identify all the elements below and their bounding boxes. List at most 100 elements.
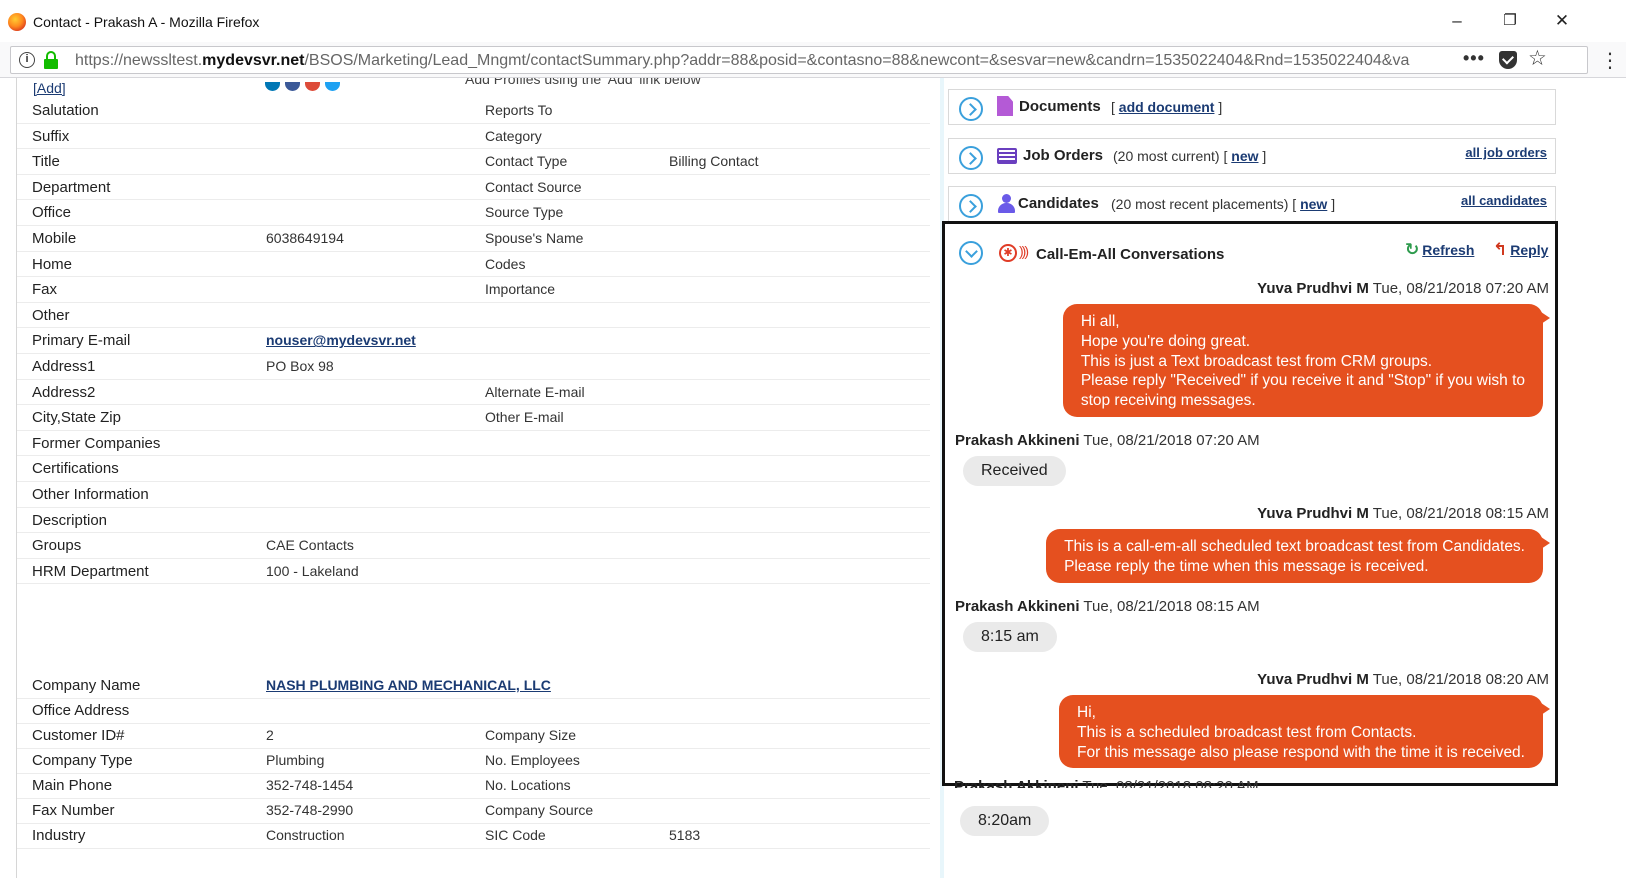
incoming-message-bubble: Received [963,456,1066,486]
field-label: Fax Number [32,802,115,819]
field-label: Codes [485,255,526,272]
field-row: Office Address [17,698,930,724]
overflow-menu-icon[interactable]: ⋮ [1600,48,1620,73]
call-em-all-icon: ✱ [999,244,1017,262]
pocket-icon[interactable] [1499,51,1517,69]
field-value: 352-748-2990 [266,802,354,818]
minimize-button[interactable]: – [1443,9,1471,33]
reply-button[interactable]: ↰ Reply [1493,240,1548,260]
message-meta: Prakash Akkineni Tue, 08/21/2018 07:20 A… [955,432,1260,449]
url-text[interactable]: https://newssltest.mydevsvr.net/BSOS/Mar… [75,52,1455,72]
primary-email-link[interactable]: nouser@mydevsvr.net [266,332,416,348]
add-profile-link[interactable]: [Add] [33,80,66,96]
field-value: Construction [266,827,345,843]
new-candidate-link[interactable]: new [1300,196,1327,212]
documents-title: Documents [1019,98,1101,115]
field-value: 352-748-1454 [266,777,354,793]
outgoing-message-bubble: Hi, This is a scheduled broadcast test f… [1059,695,1550,769]
field-row: Fax Number 352-748-2990 Company Source [17,798,930,824]
field-row: Company Type Plumbing No. Employees [17,748,930,774]
window-title: Contact - Prakash A - Mozilla Firefox [33,14,260,30]
outgoing-message-bubble: Hi all, Hope you're doing great. This is… [1062,304,1551,417]
restore-button[interactable]: ❐ [1496,9,1524,33]
field-label: Other [32,306,70,324]
document-icon [997,96,1013,116]
facebook-icon[interactable] [285,82,300,91]
field-value: Billing Contact [669,153,759,170]
message-meta: Yuva Prudhvi M Tue, 08/21/2018 08:15 AM [1257,505,1549,522]
field-row: Former Companies [17,431,930,457]
company-name-link[interactable]: NASH PLUMBING AND MECHANICAL, LLC [266,677,551,693]
expand-candidates-icon[interactable] [959,194,983,218]
field-label: Address1 [32,358,96,375]
documents-panel: Documents [ add document ] [948,89,1556,125]
conversation-header: ✱ ))) Call-Em-All Conversations ↻ Refresh… [945,224,1555,274]
conversation-title: Call-Em-All Conversations [1036,246,1225,263]
bookmark-star-icon[interactable]: ☆ [1528,46,1547,71]
expand-job-orders-icon[interactable] [959,146,983,170]
field-label: Reports To [485,102,553,118]
field-label: Contact Source [485,178,582,195]
field-label: Address2 [32,383,96,401]
field-label: Other Information [32,486,149,503]
field-value: 100 - Lakeland [266,562,359,579]
field-value: PO Box 98 [266,358,334,374]
close-button[interactable]: ✕ [1548,9,1576,33]
field-row: City,State Zip Other E-mail [17,405,930,431]
incoming-message-bubble: 8:20am [960,806,1050,836]
refresh-button[interactable]: ↻ Refresh [1405,240,1474,260]
google-plus-icon[interactable] [305,82,320,91]
field-label: Company Type [32,752,133,769]
field-row: Other [17,303,930,329]
field-label: Primary E-mail [32,332,131,350]
page-actions-menu-icon[interactable]: ••• [1463,48,1485,69]
add-document-link[interactable]: add document [1119,99,1215,115]
field-row: Mobile 6038649194 Spouse's Name [17,226,930,252]
field-value: 5183 [669,827,701,843]
field-label: Office Address [32,702,130,719]
field-label: Home [32,255,73,273]
twitter-icon[interactable] [325,82,340,91]
field-row: Groups CAE Contacts [17,533,930,559]
field-label: Office [32,204,71,222]
job-orders-panel: Job Orders (20 most current) [ new ] all… [948,138,1556,174]
field-label: Groups [32,537,82,555]
field-row: Company Name NASH PLUMBING AND MECHANICAL… [17,673,930,699]
field-value: Plumbing [266,752,325,768]
all-candidates-link[interactable]: all candidates [1461,193,1547,208]
field-row: Description [17,508,930,534]
field-label: City,State Zip [32,409,121,427]
message-meta: Yuva Prudhvi M Tue, 08/21/2018 07:20 AM [1257,280,1549,297]
window-titlebar: Contact - Prakash A - Mozilla Firefox – … [0,0,1626,42]
field-row: Address2 Alternate E-mail [17,380,930,406]
field-row: Customer ID# 2 Company Size [17,723,930,749]
field-row: Title Contact Type Billing Contact [17,149,930,175]
broadcast-waves-icon: ))) [1019,243,1029,259]
incoming-message-bubble: 8:15 am [963,622,1057,652]
linkedin-icon[interactable] [265,82,280,91]
field-row: Salutation Reports To [17,98,930,124]
field-row: Main Phone 352-748-1454 No. Locations [17,773,930,799]
field-row: Office Source Type [17,200,930,226]
field-label: No. Employees [485,752,580,768]
new-job-order-link[interactable]: new [1231,148,1258,164]
address-bar[interactable]: i https://newssltest.mydevsvr.net/BSOS/M… [10,46,1588,74]
all-job-orders-link[interactable]: all job orders [1465,145,1547,160]
field-row: Department Contact Source [17,175,930,201]
navigation-bar: i https://newssltest.mydevsvr.net/BSOS/M… [0,42,1626,78]
field-value: 2 [266,727,274,743]
site-info-icon[interactable]: i [19,52,35,68]
lock-icon[interactable] [44,51,58,69]
field-label: Former Companies [32,434,161,452]
profile-hint: Add Profiles using the 'Add' link below [465,78,701,87]
field-label: Category [485,127,542,144]
collapse-conversations-icon[interactable] [959,241,983,265]
firefox-logo-icon [8,13,26,31]
field-label: Salutation [32,102,99,119]
field-label: Industry [32,827,86,844]
field-label: Company Name [32,677,141,694]
field-value: 6038649194 [266,230,344,246]
expand-documents-icon[interactable] [959,97,983,121]
field-label: Certifications [32,460,119,478]
reply-arrow-icon: ↰ [1493,240,1508,259]
